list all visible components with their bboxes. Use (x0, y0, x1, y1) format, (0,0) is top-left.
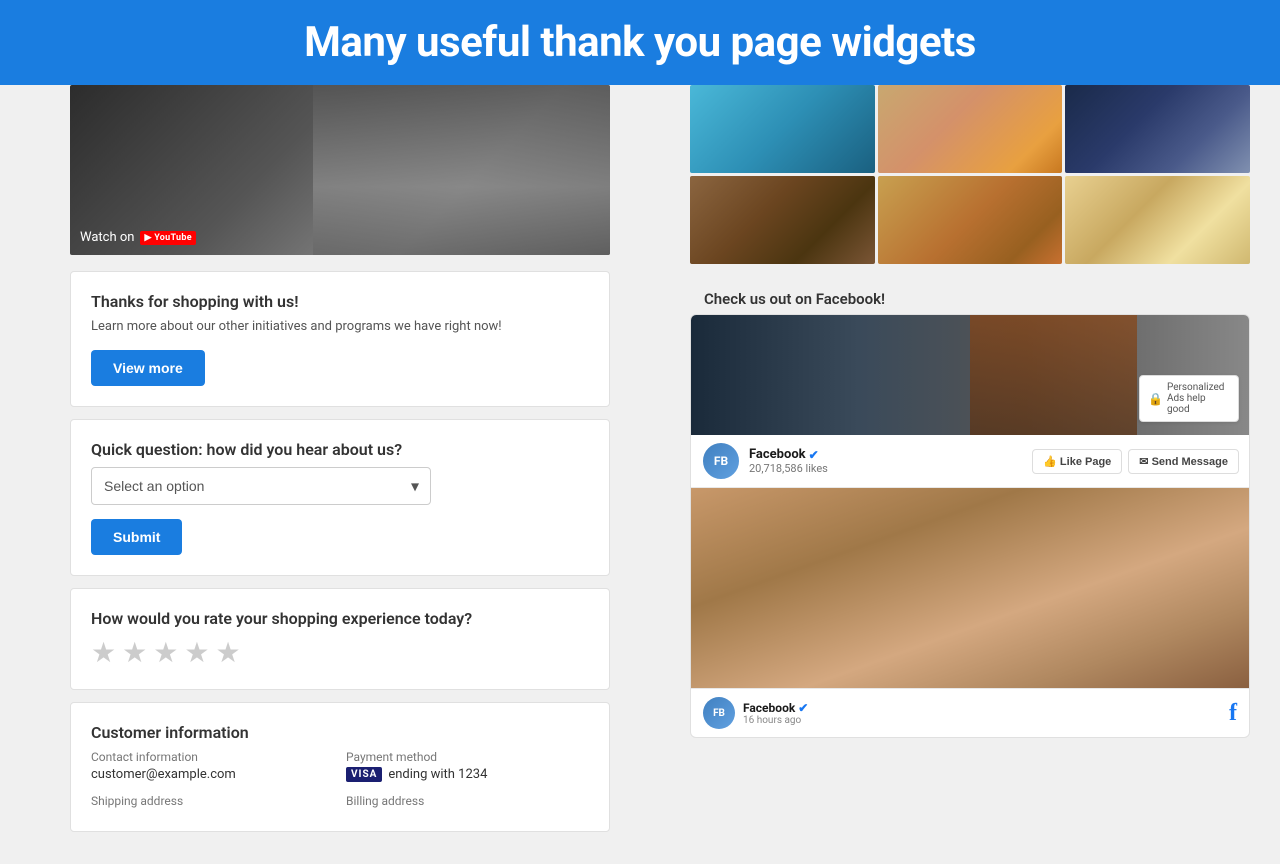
video-person (313, 85, 610, 255)
hear-about-dropdown[interactable]: Select an option Google Facebook Instagr… (91, 467, 431, 505)
photo-grid (690, 85, 1250, 264)
fb-page-name: Facebook ✔ (749, 447, 1024, 462)
photo-cell-5 (878, 176, 1063, 264)
watch-on-youtube: Watch on ▶ YouTube (80, 230, 196, 245)
fb-footer: FB Facebook ✔ 16 hours ago f (691, 688, 1249, 737)
survey-question: Quick question: how did you hear about u… (91, 440, 589, 459)
fb-logo-icon: f (1229, 700, 1237, 727)
fb-post-image (691, 488, 1249, 688)
payment-value: ending with 1234 (388, 767, 487, 782)
video-thumbnail[interactable]: Watch on ▶ YouTube (70, 85, 610, 255)
top-banner: Many useful thank you page widgets (0, 0, 1280, 85)
contact-info-section: Contact information customer@example.com (91, 750, 334, 782)
right-column: Check us out on Facebook! 🔒 Personalized… (680, 85, 1280, 864)
fb-cover-person (970, 315, 1137, 435)
payment-row: VISA ending with 1234 (346, 767, 589, 782)
fb-footer-name: Facebook ✔ (743, 701, 808, 715)
customer-info-title: Customer information (91, 723, 589, 742)
thanks-widget: Thanks for shopping with us! Learn more … (70, 271, 610, 407)
billing-label: Billing address (346, 794, 589, 808)
fb-footer-name-text: Facebook (743, 701, 795, 715)
photo-cell-2 (878, 85, 1063, 173)
survey-widget: Quick question: how did you hear about u… (70, 419, 610, 576)
stars-container: ★ ★ ★ ★ ★ (91, 636, 589, 669)
fb-page-info: Facebook ✔ 20,718,586 likes (749, 447, 1024, 475)
video-widget: Watch on ▶ YouTube (70, 85, 610, 255)
watch-label: Watch on (80, 230, 134, 245)
fb-verified-icon: ✔ (809, 448, 819, 462)
thanks-description: Learn more about our other initiatives a… (91, 319, 589, 334)
banner-title: Many useful thank you page widgets (20, 18, 1260, 67)
fb-footer-name-time: Facebook ✔ 16 hours ago (743, 701, 808, 726)
fb-footer-left: FB Facebook ✔ 16 hours ago (703, 697, 808, 729)
dropdown-wrapper: Select an option Google Facebook Instagr… (91, 467, 589, 505)
fb-footer-verified-icon: ✔ (798, 701, 808, 715)
star-3[interactable]: ★ (153, 636, 178, 669)
rating-question: How would you rate your shopping experie… (91, 609, 589, 628)
submit-button[interactable]: Submit (91, 519, 182, 555)
shipping-section: Shipping address (91, 794, 334, 811)
fb-profile-bar: FB Facebook ✔ 20,718,586 likes 👍 Like Pa… (691, 435, 1249, 488)
fb-likes: 20,718,586 likes (749, 462, 1024, 475)
fb-actions: 👍 Like Page ✉ Send Message (1032, 449, 1239, 474)
youtube-logo: ▶ YouTube (140, 231, 195, 245)
fb-send-message-button[interactable]: ✉ Send Message (1128, 449, 1239, 474)
contact-label: Contact information (91, 750, 334, 764)
shipping-label: Shipping address (91, 794, 334, 808)
left-column: Watch on ▶ YouTube Thanks for shopping w… (0, 85, 680, 864)
rating-widget: How would you rate your shopping experie… (70, 588, 610, 690)
fb-page-name-text: Facebook (749, 447, 806, 462)
star-4[interactable]: ★ (184, 636, 209, 669)
star-5[interactable]: ★ (215, 636, 240, 669)
fb-like-page-button[interactable]: 👍 Like Page (1032, 449, 1122, 474)
lock-icon: 🔒 (1148, 392, 1163, 406)
billing-section: Billing address (346, 794, 589, 811)
fb-footer-avatar: FB (703, 697, 735, 729)
contact-value: customer@example.com (91, 767, 334, 782)
thanks-title: Thanks for shopping with us! (91, 292, 589, 311)
star-2[interactable]: ★ (122, 636, 147, 669)
ads-text: Personalized Ads help good (1167, 382, 1230, 415)
visa-badge: VISA (346, 767, 382, 782)
fb-people-photo (691, 488, 1249, 688)
customer-grid: Contact information customer@example.com… (91, 750, 589, 811)
facebook-cta-label: Check us out on Facebook! (690, 280, 1250, 314)
payment-section: Payment method VISA ending with 1234 (346, 750, 589, 782)
photo-cell-6 (1065, 176, 1250, 264)
star-1[interactable]: ★ (91, 636, 116, 669)
photo-cell-4 (690, 176, 875, 264)
fb-ads-overlay: 🔒 Personalized Ads help good (1139, 375, 1239, 422)
payment-label: Payment method (346, 750, 589, 764)
customer-info-widget: Customer information Contact information… (70, 702, 610, 832)
facebook-widget: 🔒 Personalized Ads help good FB Facebook… (690, 314, 1250, 738)
photo-cell-3 (1065, 85, 1250, 173)
view-more-button[interactable]: View more (91, 350, 205, 386)
fb-cover: 🔒 Personalized Ads help good (691, 315, 1249, 435)
photo-cell-1 (690, 85, 875, 173)
fb-footer-time: 16 hours ago (743, 715, 808, 726)
avatar: FB (701, 441, 741, 481)
